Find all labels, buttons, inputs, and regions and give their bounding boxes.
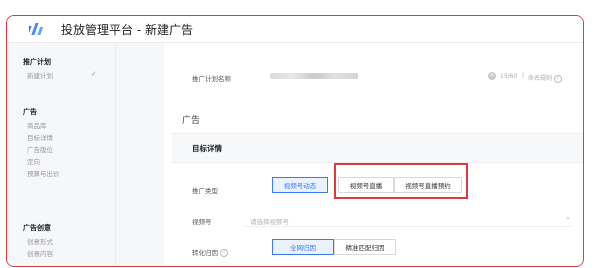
section-header: 目标详情 [172, 133, 583, 163]
check-icon: ✓ [91, 70, 97, 78]
sidebar-item-creative-format[interactable]: 创意形式 [27, 236, 53, 246]
info-icon: i [220, 249, 228, 257]
sidebar-gap [116, 43, 164, 266]
clear-icon[interactable]: × [488, 72, 496, 80]
sidebar-item-targeting[interactable]: 定向 [27, 156, 40, 166]
naming-rule-label: 命名规则 [528, 75, 553, 82]
page-title: 投放管理平台 - 新建广告 [61, 23, 193, 37]
sidebar-item-target-details[interactable]: 目标详情 [27, 132, 53, 142]
promo-type-label: 推广类型 [192, 187, 218, 195]
top-bar: 投放管理平台 - 新建广告 [7, 16, 583, 43]
subsection-title: 目标详情 [192, 144, 222, 153]
chevron-down-icon[interactable]: ⌄ [565, 213, 571, 221]
channel-select-underline [244, 226, 573, 227]
plan-name-label: 推广计划名称 [192, 75, 231, 83]
naming-rule-link[interactable]: 命名规则 i [528, 73, 563, 83]
channel-select[interactable]: 请选择视频号 [250, 216, 289, 226]
plan-name-input[interactable] [270, 73, 358, 79]
sidebar-item-budget-bid[interactable]: 预算与出价 [27, 168, 60, 178]
sidebar-group-creative: 广告创意 [23, 224, 51, 232]
conversion-label-text: 转化归因 [192, 249, 218, 257]
channel-label: 视频号 [192, 218, 212, 226]
info-icon: i [554, 74, 563, 83]
sidebar-item-product-library[interactable]: 商品库 [27, 120, 47, 130]
brand-logo-icon [29, 23, 44, 35]
sidebar-item-placement[interactable]: 广告版位 [27, 144, 53, 154]
sidebar: 推广计划 新建计划 ✓ 广告 商品库 目标详情 广告版位 定向 预算与出价 广告… [7, 43, 116, 266]
highlight-box [334, 163, 468, 199]
sidebar-group-ad: 广告 [23, 108, 37, 116]
conversion-label: 转化归因 i [192, 247, 228, 257]
section-title: 广告 [182, 116, 201, 126]
char-count: 15/60 [500, 73, 518, 80]
promo-type-video-post[interactable]: 视频号动态 [272, 177, 328, 193]
sidebar-item-creative-content[interactable]: 创意内容 [27, 248, 53, 258]
conversion-all[interactable]: 全网归因 [272, 239, 334, 255]
app-window: 投放管理平台 - 新建广告 推广计划 新建计划 ✓ 广告 商品库 目标详情 广告… [6, 15, 584, 267]
main-content: 推广计划名称 × 15/60 | 命名规则 i 广告 目标详情 推广类型 视频号动… [164, 43, 583, 266]
conversion-precise[interactable]: 精准匹配归因 [334, 239, 396, 255]
sidebar-item-new-plan[interactable]: 新建计划 [27, 70, 53, 80]
sidebar-group-plan: 推广计划 [23, 58, 51, 66]
